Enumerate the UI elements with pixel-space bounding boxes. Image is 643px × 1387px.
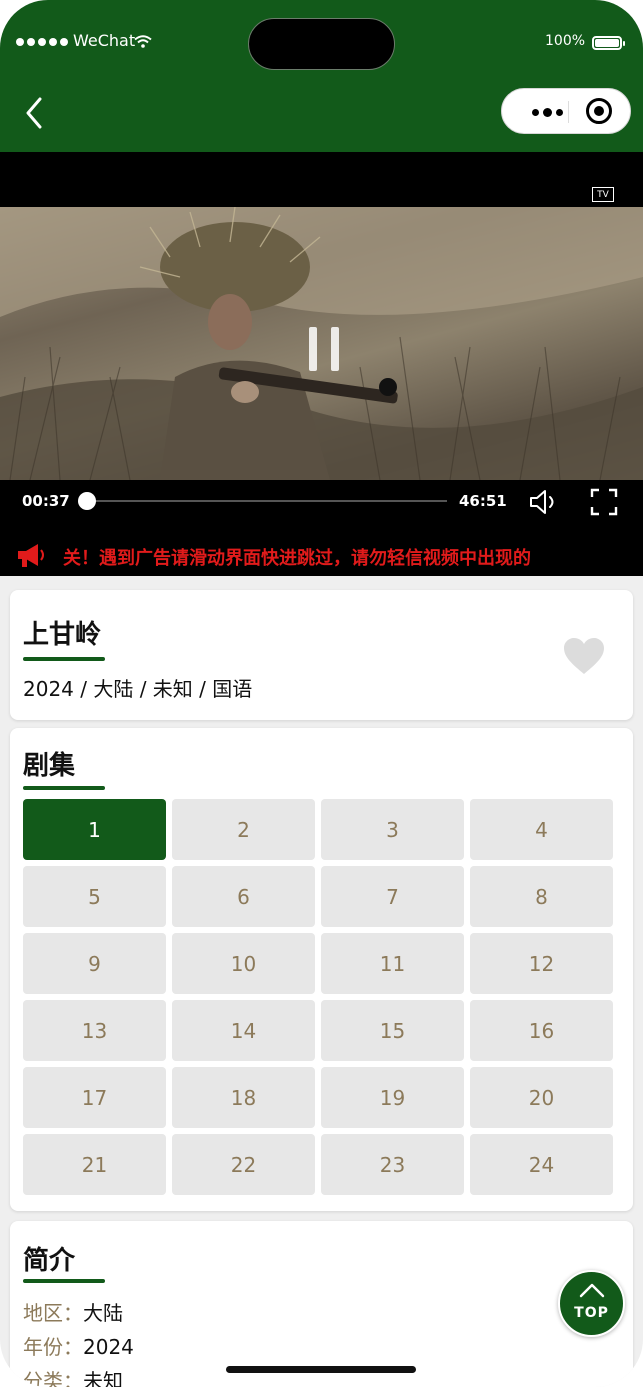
- episode-button[interactable]: 6: [172, 866, 315, 927]
- episodes-underline: [23, 786, 105, 790]
- volume-icon[interactable]: [528, 488, 560, 516]
- favorite-heart-icon[interactable]: [562, 636, 606, 676]
- episode-button[interactable]: 2: [172, 799, 315, 860]
- back-to-top-button[interactable]: TOP: [558, 1270, 625, 1337]
- episode-button[interactable]: 15: [321, 1000, 464, 1061]
- tv-badge[interactable]: TV: [592, 187, 614, 202]
- episode-button[interactable]: 9: [23, 933, 166, 994]
- episode-button[interactable]: 21: [23, 1134, 166, 1195]
- progress-bar[interactable]: [77, 492, 447, 510]
- episode-button[interactable]: 1: [23, 799, 166, 860]
- show-meta: 2024 / 大陆 / 未知 / 国语: [23, 677, 253, 701]
- battery-icon: [592, 36, 625, 50]
- show-info-card: 上甘岭 2024 / 大陆 / 未知 / 国语: [10, 590, 633, 720]
- home-indicator: [226, 1366, 416, 1373]
- intro-card: 简介 地区：大陆 年份：2024 分类：未知: [10, 1221, 633, 1387]
- video-controls: 00:37 46:51: [0, 480, 643, 522]
- mini-program-capsule: [501, 88, 631, 134]
- notice-text: 关！遇到广告请滑动界面快进跳过，请勿轻信视频中出现的: [63, 548, 531, 569]
- episode-button[interactable]: 14: [172, 1000, 315, 1061]
- video-player[interactable]: TV 00:37 46:51: [0, 152, 643, 546]
- episodes-card: 剧集 1 2 3 4 5 6 7 8 9 10 11 12 13 14 15 16 17 18 19 20 21 22 23…: [10, 728, 633, 1211]
- episode-button[interactable]: 17: [23, 1067, 166, 1128]
- signal-icon: [16, 38, 68, 46]
- episode-button[interactable]: 5: [23, 866, 166, 927]
- info-row-category: 分类：未知: [23, 1365, 123, 1387]
- battery-percent: 100%: [545, 33, 586, 49]
- episodes-title: 剧集: [23, 751, 76, 781]
- episode-button[interactable]: 18: [172, 1067, 315, 1128]
- info-key: 地区：: [23, 1301, 83, 1325]
- episode-button[interactable]: 12: [470, 933, 613, 994]
- wifi-icon: [134, 35, 152, 48]
- episode-button[interactable]: 16: [470, 1000, 613, 1061]
- info-key: 分类：: [23, 1369, 83, 1387]
- chevron-up-icon: [579, 1283, 605, 1298]
- episode-button[interactable]: 3: [321, 799, 464, 860]
- progress-handle[interactable]: [77, 492, 96, 510]
- show-title: 上甘岭: [23, 620, 102, 650]
- video-frame[interactable]: [0, 207, 643, 480]
- episode-button[interactable]: 7: [321, 866, 464, 927]
- intro-title: 简介: [23, 1246, 76, 1276]
- info-value: 大陆: [83, 1301, 123, 1325]
- episode-button[interactable]: 4: [470, 799, 613, 860]
- top-label: TOP: [574, 1305, 609, 1321]
- info-value: 2024: [83, 1335, 134, 1359]
- nav-header: WeChat 100%: [0, 0, 643, 152]
- info-key: 年份：: [23, 1335, 83, 1359]
- info-row-region: 地区：大陆: [23, 1297, 123, 1326]
- current-time: 00:37: [22, 492, 70, 510]
- notice-bar: 关！遇到广告请滑动界面快进跳过，请勿轻信视频中出现的: [0, 534, 643, 576]
- dynamic-island: [248, 18, 395, 70]
- close-mini-program-icon[interactable]: [586, 98, 612, 124]
- intro-underline: [23, 1279, 105, 1283]
- back-arrow-icon[interactable]: [20, 95, 50, 131]
- episode-grid: 1 2 3 4 5 6 7 8 9 10 11 12 13 14 15 16 17 18 19 20 21 22 23 24: [23, 799, 613, 1195]
- more-icon[interactable]: [532, 108, 563, 117]
- capsule-divider: [568, 101, 569, 123]
- episode-button[interactable]: 24: [470, 1134, 613, 1195]
- episode-button[interactable]: 19: [321, 1067, 464, 1128]
- title-underline: [23, 657, 105, 661]
- info-value: 未知: [83, 1369, 123, 1387]
- carrier-label: WeChat: [73, 31, 136, 50]
- episode-button[interactable]: 20: [470, 1067, 613, 1128]
- phone-screen: WeChat 100% TV 00:37 46:51 关！遇到广告请滑动界面快进…: [0, 0, 643, 1387]
- episode-button[interactable]: 11: [321, 933, 464, 994]
- megaphone-icon: [18, 544, 44, 567]
- episode-button[interactable]: 13: [23, 1000, 166, 1061]
- pause-icon[interactable]: [305, 327, 345, 371]
- episode-button[interactable]: 10: [172, 933, 315, 994]
- fullscreen-icon[interactable]: [590, 488, 618, 516]
- episode-button[interactable]: 23: [321, 1134, 464, 1195]
- total-time: 46:51: [459, 492, 507, 510]
- episode-button[interactable]: 22: [172, 1134, 315, 1195]
- info-row-year: 年份：2024: [23, 1331, 134, 1360]
- episode-button[interactable]: 8: [470, 866, 613, 927]
